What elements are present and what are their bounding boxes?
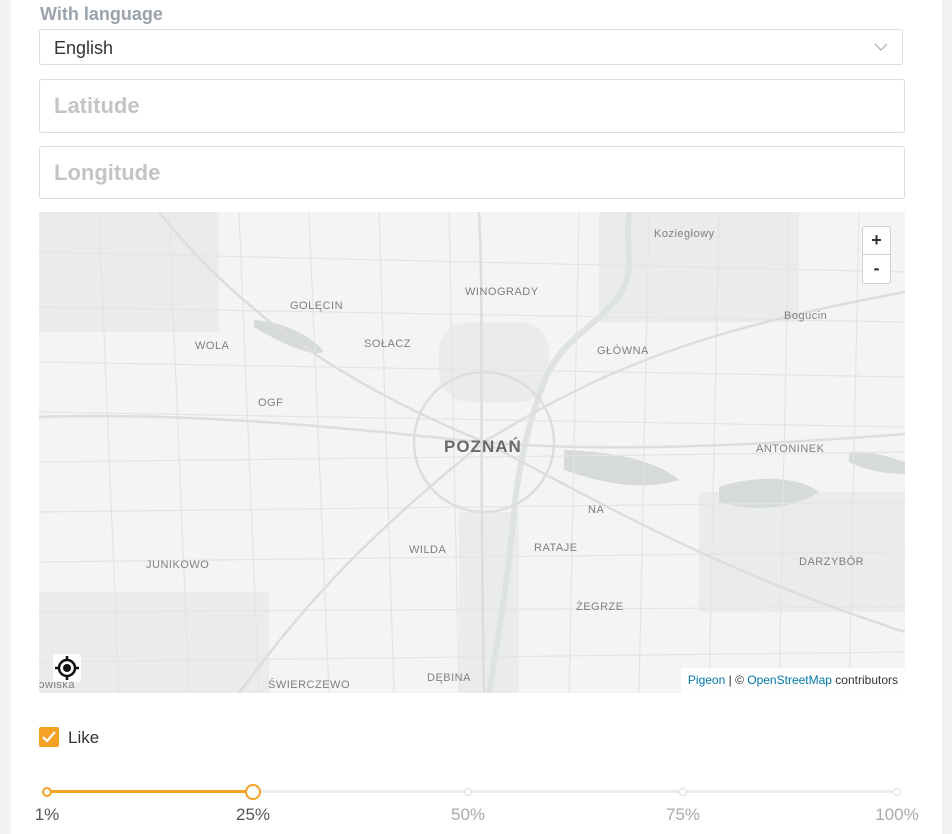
zoom-out-button[interactable]: - [862,255,891,284]
osm-link[interactable]: OpenStreetMap [747,673,832,687]
place-label: DĘBINA [427,672,471,684]
slider-tick-dot[interactable] [893,788,901,796]
place-label: JUNIKOWO [146,559,210,571]
place-label: NA [588,504,605,516]
place-label: SOŁACZ [364,338,412,350]
attribution-separator: | © [725,673,748,687]
slider-tick-label[interactable]: 75% [666,805,700,825]
chevron-down-icon [874,43,888,51]
zoom-in-button[interactable]: + [862,226,891,255]
language-label: With language [40,4,163,24]
place-label: WINOGRADY [465,286,539,298]
place-label: GŁÓWNA [597,345,649,357]
place-label: Bogucin [784,310,828,322]
place-label: WILDA [409,544,447,556]
place-label: Koziegłowy [654,228,715,240]
slider-tick-label[interactable]: 100% [875,805,918,825]
slider-fill [47,790,253,793]
slider-tick-label[interactable]: 25% [236,805,270,825]
place-label: ŻEGRZE [576,601,624,613]
slider-handle[interactable] [245,784,261,800]
language-select[interactable]: English [39,29,903,65]
like-label: Like [68,728,100,747]
percentage-slider[interactable]: 1% 25% 50% 75% 100% [0,780,952,834]
slider-tick-label[interactable]: 1% [35,805,60,825]
map-view[interactable]: Koziegłowy GOLĘCIN WINOGRADY Bogucin WOL… [39,212,905,693]
place-label: OGF [258,397,284,409]
longitude-input[interactable] [39,146,905,199]
place-label: ANTONINEK [756,443,825,455]
place-label: DARZYBÓR [799,556,865,568]
slider-tick-dot[interactable] [679,788,687,796]
slider-tick-dot[interactable] [464,788,472,796]
like-checkbox[interactable] [39,727,59,747]
crosshair-icon [55,656,79,680]
map-attribution: Pigeon | © OpenStreetMap contributors [680,668,905,693]
slider-tick-label[interactable]: 50% [451,805,485,825]
pigeon-link[interactable]: Pigeon [688,673,725,687]
city-label: POZNAŃ [444,437,522,456]
locate-button[interactable] [53,654,81,682]
language-select-value: English [54,38,114,58]
place-label: ŚWIERCZEWO [268,679,350,691]
slider-tick-dot[interactable] [42,787,52,797]
attribution-suffix: contributors [831,673,898,687]
latitude-input[interactable] [39,79,905,133]
place-label: GOLĘCIN [290,300,344,312]
place-label: WOLA [195,340,230,352]
place-label: RATAJE [534,542,578,554]
checkmark-icon [42,731,56,743]
